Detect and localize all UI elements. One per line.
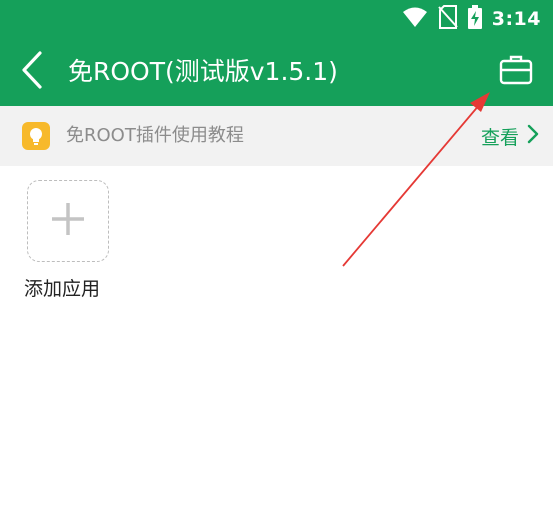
- tip-banner: 免ROOT插件使用教程 查看: [0, 106, 553, 166]
- chevron-left-icon: [21, 51, 43, 93]
- view-tutorial-link[interactable]: 查看: [481, 106, 539, 166]
- lightbulb-icon: [22, 122, 50, 150]
- no-sim-icon: [437, 5, 458, 33]
- status-bar: 3:14: [0, 0, 553, 38]
- add-app-label: 添加应用: [24, 278, 101, 300]
- battery-charging-icon: [467, 5, 482, 33]
- briefcase-icon: [499, 55, 533, 89]
- status-time: 3:14: [491, 8, 541, 30]
- wifi-icon: [402, 6, 428, 32]
- chevron-right-icon: [527, 124, 539, 148]
- status-icons: 3:14: [402, 5, 541, 33]
- plus-icon: [50, 201, 86, 241]
- app-bar: 免ROOT(测试版v1.5.1): [0, 38, 553, 106]
- tip-text: 免ROOT插件使用教程: [66, 125, 244, 146]
- add-app-button[interactable]: [27, 180, 109, 262]
- toolbox-button[interactable]: [497, 54, 535, 90]
- page-title: 免ROOT(测试版v1.5.1): [68, 57, 338, 86]
- back-button[interactable]: [12, 51, 52, 93]
- view-link-label: 查看: [480, 126, 519, 149]
